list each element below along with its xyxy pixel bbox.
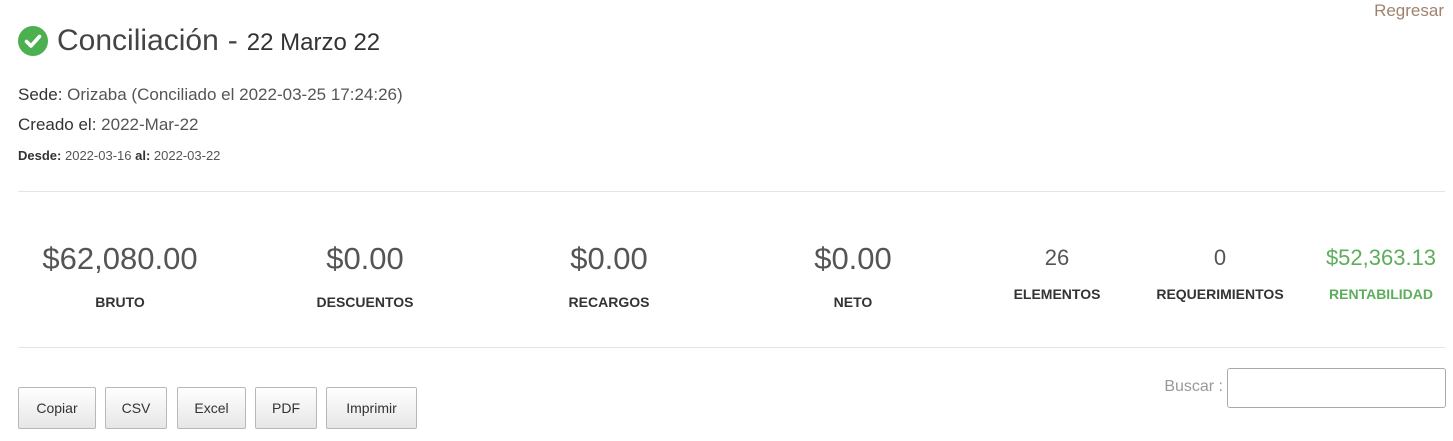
stat-rentabilidad: $52,363.13 RENTABILIDAD — [1313, 245, 1449, 302]
page-title-row: Conciliación - 22 Marzo 22 — [18, 24, 380, 58]
back-link[interactable]: Regresar — [1374, 1, 1444, 21]
check-circle-icon — [18, 26, 48, 56]
stat-neto-value: $0.00 — [814, 241, 892, 276]
search-input[interactable] — [1227, 368, 1446, 408]
title-separator: - — [227, 24, 238, 57]
created-value: 2022-Mar-22 — [101, 115, 199, 134]
created-label: Creado el: — [18, 115, 97, 134]
stat-elementos-label: ELEMENTOS — [1013, 286, 1101, 302]
stat-descuentos-label: DESCUENTOS — [316, 294, 414, 310]
to-value: 2022-03-22 — [153, 148, 221, 163]
stat-bruto-label: BRUTO — [95, 294, 145, 310]
stat-descuentos-value: $0.00 — [326, 241, 404, 276]
stat-recargos-value: $0.00 — [570, 241, 648, 276]
sede-label: Sede: — [18, 85, 63, 104]
pdf-button[interactable]: PDF — [255, 387, 317, 429]
stat-requerimientos-value: 0 — [1213, 245, 1227, 270]
to-label: al: — [135, 148, 151, 163]
stat-bruto-value: $62,080.00 — [42, 241, 198, 276]
csv-button[interactable]: CSV — [105, 387, 167, 429]
stat-recargos: $0.00 RECARGOS — [509, 241, 709, 310]
print-button[interactable]: Imprimir — [326, 387, 417, 429]
stat-elementos-value: 26 — [1044, 245, 1070, 270]
search-label: Buscar : — [1164, 378, 1223, 395]
created-info: Creado el: 2022-Mar-22 — [18, 115, 199, 135]
stat-rentabilidad-label: RENTABILIDAD — [1329, 286, 1433, 302]
from-label: Desde: — [18, 148, 62, 163]
sede-info: Sede: Orizaba (Conciliado el 2022-03-25 … — [18, 85, 403, 105]
sede-value: Orizaba (Conciliado el 2022-03-25 17:24:… — [67, 85, 403, 104]
stat-neto: $0.00 NETO — [753, 241, 953, 310]
stat-recargos-label: RECARGOS — [568, 294, 650, 310]
stat-descuentos: $0.00 DESCUENTOS — [265, 241, 465, 310]
from-value: 2022-03-16 — [64, 148, 132, 163]
stat-requerimientos: 0 REQUERIMIENTOS — [1145, 245, 1295, 302]
stat-neto-label: NETO — [833, 294, 873, 310]
stat-requerimientos-label: REQUERIMIENTOS — [1156, 286, 1284, 302]
title-date: 22 Marzo 22 — [246, 29, 381, 56]
page-title: Conciliación — [57, 24, 219, 57]
stat-elementos: 26 ELEMENTOS — [997, 245, 1117, 302]
divider-top — [18, 191, 1445, 192]
date-range-info: Desde: 2022-03-16 al: 2022-03-22 — [18, 148, 220, 163]
copy-button[interactable]: Copiar — [18, 387, 96, 429]
stat-bruto: $62,080.00 BRUTO — [20, 241, 220, 310]
divider-bottom — [18, 347, 1445, 348]
stat-rentabilidad-value: $52,363.13 — [1325, 245, 1437, 270]
excel-button[interactable]: Excel — [177, 387, 246, 429]
